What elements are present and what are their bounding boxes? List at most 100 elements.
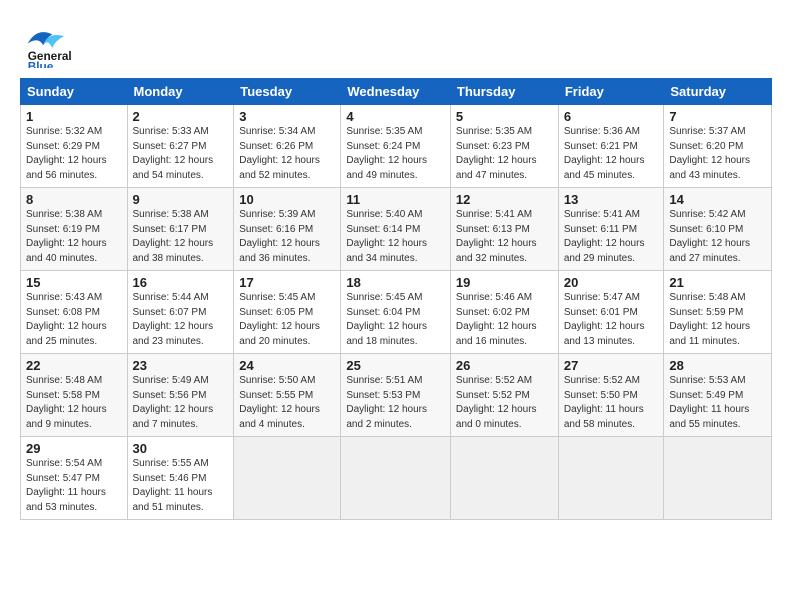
day-info: Sunrise: 5:35 AM Sunset: 6:24 PM Dayligh… (346, 125, 445, 183)
calendar-cell: 16Sunrise: 5:44 AM Sunset: 6:07 PM Dayli… (127, 271, 234, 354)
day-info: Sunrise: 5:32 AM Sunset: 6:29 PM Dayligh… (26, 125, 122, 183)
col-saturday: Saturday (664, 79, 772, 105)
calendar-cell: 2Sunrise: 5:33 AM Sunset: 6:27 PM Daylig… (127, 105, 234, 188)
header-row: Sunday Monday Tuesday Wednesday Thursday… (21, 79, 772, 105)
day-info: Sunrise: 5:48 AM Sunset: 5:58 PM Dayligh… (26, 374, 122, 432)
day-info: Sunrise: 5:53 AM Sunset: 5:49 PM Dayligh… (669, 374, 766, 432)
day-info: Sunrise: 5:39 AM Sunset: 6:16 PM Dayligh… (239, 208, 335, 266)
day-info: Sunrise: 5:41 AM Sunset: 6:11 PM Dayligh… (564, 208, 659, 266)
calendar-cell: 30Sunrise: 5:55 AM Sunset: 5:46 PM Dayli… (127, 437, 234, 520)
calendar-week-1: 1Sunrise: 5:32 AM Sunset: 6:29 PM Daylig… (21, 105, 772, 188)
day-number: 16 (133, 275, 229, 290)
day-number: 22 (26, 358, 122, 373)
day-info: Sunrise: 5:38 AM Sunset: 6:19 PM Dayligh… (26, 208, 122, 266)
calendar-cell: 13Sunrise: 5:41 AM Sunset: 6:11 PM Dayli… (558, 188, 664, 271)
logo: General Blue (20, 18, 130, 68)
calendar-cell: 14Sunrise: 5:42 AM Sunset: 6:10 PM Dayli… (664, 188, 772, 271)
calendar-cell: 27Sunrise: 5:52 AM Sunset: 5:50 PM Dayli… (558, 354, 664, 437)
calendar-cell: 29Sunrise: 5:54 AM Sunset: 5:47 PM Dayli… (21, 437, 128, 520)
day-number: 14 (669, 192, 766, 207)
calendar-cell: 10Sunrise: 5:39 AM Sunset: 6:16 PM Dayli… (234, 188, 341, 271)
day-number: 2 (133, 109, 229, 124)
header: General Blue (20, 18, 772, 68)
calendar-cell: 6Sunrise: 5:36 AM Sunset: 6:21 PM Daylig… (558, 105, 664, 188)
day-number: 21 (669, 275, 766, 290)
calendar-cell (234, 437, 341, 520)
day-number: 29 (26, 441, 122, 456)
calendar: Sunday Monday Tuesday Wednesday Thursday… (20, 78, 772, 520)
day-info: Sunrise: 5:35 AM Sunset: 6:23 PM Dayligh… (456, 125, 553, 183)
col-sunday: Sunday (21, 79, 128, 105)
day-number: 18 (346, 275, 445, 290)
calendar-cell: 8Sunrise: 5:38 AM Sunset: 6:19 PM Daylig… (21, 188, 128, 271)
day-number: 3 (239, 109, 335, 124)
day-number: 4 (346, 109, 445, 124)
calendar-cell: 3Sunrise: 5:34 AM Sunset: 6:26 PM Daylig… (234, 105, 341, 188)
calendar-cell: 19Sunrise: 5:46 AM Sunset: 6:02 PM Dayli… (450, 271, 558, 354)
day-info: Sunrise: 5:36 AM Sunset: 6:21 PM Dayligh… (564, 125, 659, 183)
calendar-cell: 9Sunrise: 5:38 AM Sunset: 6:17 PM Daylig… (127, 188, 234, 271)
day-info: Sunrise: 5:34 AM Sunset: 6:26 PM Dayligh… (239, 125, 335, 183)
calendar-cell: 1Sunrise: 5:32 AM Sunset: 6:29 PM Daylig… (21, 105, 128, 188)
calendar-week-3: 15Sunrise: 5:43 AM Sunset: 6:08 PM Dayli… (21, 271, 772, 354)
day-number: 15 (26, 275, 122, 290)
calendar-cell: 18Sunrise: 5:45 AM Sunset: 6:04 PM Dayli… (341, 271, 451, 354)
calendar-cell (558, 437, 664, 520)
logo-svg: General Blue (20, 18, 130, 68)
calendar-cell: 11Sunrise: 5:40 AM Sunset: 6:14 PM Dayli… (341, 188, 451, 271)
day-number: 1 (26, 109, 122, 124)
day-number: 10 (239, 192, 335, 207)
day-number: 23 (133, 358, 229, 373)
day-number: 24 (239, 358, 335, 373)
calendar-cell: 21Sunrise: 5:48 AM Sunset: 5:59 PM Dayli… (664, 271, 772, 354)
calendar-week-5: 29Sunrise: 5:54 AM Sunset: 5:47 PM Dayli… (21, 437, 772, 520)
day-info: Sunrise: 5:45 AM Sunset: 6:04 PM Dayligh… (346, 291, 445, 349)
calendar-cell: 23Sunrise: 5:49 AM Sunset: 5:56 PM Dayli… (127, 354, 234, 437)
calendar-cell (664, 437, 772, 520)
day-info: Sunrise: 5:42 AM Sunset: 6:10 PM Dayligh… (669, 208, 766, 266)
day-info: Sunrise: 5:55 AM Sunset: 5:46 PM Dayligh… (133, 457, 229, 515)
calendar-cell: 28Sunrise: 5:53 AM Sunset: 5:49 PM Dayli… (664, 354, 772, 437)
day-info: Sunrise: 5:44 AM Sunset: 6:07 PM Dayligh… (133, 291, 229, 349)
day-info: Sunrise: 5:45 AM Sunset: 6:05 PM Dayligh… (239, 291, 335, 349)
day-info: Sunrise: 5:38 AM Sunset: 6:17 PM Dayligh… (133, 208, 229, 266)
calendar-week-2: 8Sunrise: 5:38 AM Sunset: 6:19 PM Daylig… (21, 188, 772, 271)
day-info: Sunrise: 5:41 AM Sunset: 6:13 PM Dayligh… (456, 208, 553, 266)
day-number: 20 (564, 275, 659, 290)
calendar-cell (450, 437, 558, 520)
calendar-cell: 12Sunrise: 5:41 AM Sunset: 6:13 PM Dayli… (450, 188, 558, 271)
day-info: Sunrise: 5:52 AM Sunset: 5:52 PM Dayligh… (456, 374, 553, 432)
col-tuesday: Tuesday (234, 79, 341, 105)
day-info: Sunrise: 5:37 AM Sunset: 6:20 PM Dayligh… (669, 125, 766, 183)
col-monday: Monday (127, 79, 234, 105)
day-info: Sunrise: 5:51 AM Sunset: 5:53 PM Dayligh… (346, 374, 445, 432)
calendar-cell: 22Sunrise: 5:48 AM Sunset: 5:58 PM Dayli… (21, 354, 128, 437)
calendar-cell: 17Sunrise: 5:45 AM Sunset: 6:05 PM Dayli… (234, 271, 341, 354)
day-number: 9 (133, 192, 229, 207)
calendar-cell: 4Sunrise: 5:35 AM Sunset: 6:24 PM Daylig… (341, 105, 451, 188)
day-number: 7 (669, 109, 766, 124)
day-number: 25 (346, 358, 445, 373)
day-info: Sunrise: 5:48 AM Sunset: 5:59 PM Dayligh… (669, 291, 766, 349)
day-number: 12 (456, 192, 553, 207)
day-info: Sunrise: 5:47 AM Sunset: 6:01 PM Dayligh… (564, 291, 659, 349)
col-wednesday: Wednesday (341, 79, 451, 105)
col-friday: Friday (558, 79, 664, 105)
calendar-week-4: 22Sunrise: 5:48 AM Sunset: 5:58 PM Dayli… (21, 354, 772, 437)
day-number: 11 (346, 192, 445, 207)
day-info: Sunrise: 5:40 AM Sunset: 6:14 PM Dayligh… (346, 208, 445, 266)
calendar-cell: 24Sunrise: 5:50 AM Sunset: 5:55 PM Dayli… (234, 354, 341, 437)
day-number: 8 (26, 192, 122, 207)
day-info: Sunrise: 5:54 AM Sunset: 5:47 PM Dayligh… (26, 457, 122, 515)
col-thursday: Thursday (450, 79, 558, 105)
day-number: 26 (456, 358, 553, 373)
day-info: Sunrise: 5:46 AM Sunset: 6:02 PM Dayligh… (456, 291, 553, 349)
day-number: 17 (239, 275, 335, 290)
calendar-cell: 5Sunrise: 5:35 AM Sunset: 6:23 PM Daylig… (450, 105, 558, 188)
day-info: Sunrise: 5:50 AM Sunset: 5:55 PM Dayligh… (239, 374, 335, 432)
calendar-cell: 20Sunrise: 5:47 AM Sunset: 6:01 PM Dayli… (558, 271, 664, 354)
day-number: 5 (456, 109, 553, 124)
calendar-cell: 26Sunrise: 5:52 AM Sunset: 5:52 PM Dayli… (450, 354, 558, 437)
day-number: 30 (133, 441, 229, 456)
day-number: 28 (669, 358, 766, 373)
